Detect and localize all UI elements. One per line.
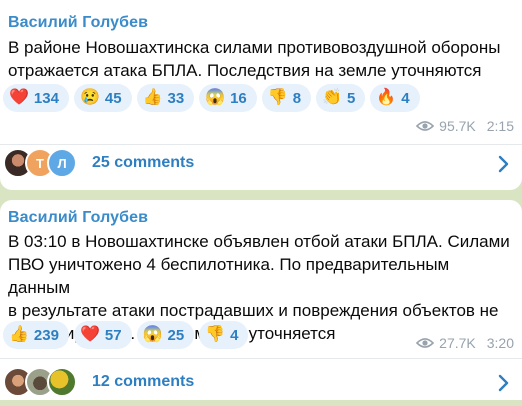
post-author[interactable]: Василий Голубев	[8, 14, 148, 32]
eye-icon	[416, 338, 435, 348]
screaming-emoji-icon: 😱	[205, 89, 226, 106]
chevron-right-icon	[498, 374, 509, 392]
thumbs-up-emoji-icon: 👍	[142, 89, 163, 106]
screaming-emoji-icon: 😱	[142, 326, 163, 343]
reaction-count: 239	[33, 326, 59, 344]
reaction-thumbs-up[interactable]: 👍 239	[3, 321, 69, 349]
reaction-heart[interactable]: ❤️ 57	[73, 321, 132, 349]
thumbs-up-emoji-icon: 👍	[9, 326, 29, 343]
fire-emoji-icon: 🔥	[376, 89, 397, 106]
reaction-count: 8	[292, 89, 302, 107]
post-time: 3:20	[486, 335, 514, 351]
thumbs-down-emoji-icon: 👎	[205, 326, 226, 343]
commenter-avatars: Т Л	[3, 148, 77, 178]
clap-emoji-icon: 👏	[322, 89, 342, 106]
post-meta: 95.7K 2:15	[416, 118, 514, 134]
reaction-heart[interactable]: ❤️ 134	[3, 84, 69, 112]
reaction-count: 5	[346, 89, 356, 107]
reaction-count: 134	[33, 89, 59, 107]
thumbs-down-emoji-icon: 👎	[267, 89, 288, 106]
reaction-count: 57	[104, 326, 122, 344]
reaction-count: 45	[104, 89, 122, 107]
reaction-screaming[interactable]: 😱 16	[199, 84, 257, 112]
chevron-right-icon	[498, 155, 509, 173]
heart-emoji-icon: ❤️	[79, 326, 100, 343]
comments-count-label: 12 comments	[92, 373, 195, 390]
reaction-thumbs-down[interactable]: 👎 4	[199, 321, 249, 349]
comments-button[interactable]: Т Л 25 comments	[0, 145, 522, 187]
reaction-count: 25	[167, 326, 185, 344]
reaction-fire[interactable]: 🔥 4	[370, 84, 420, 112]
post-author[interactable]: Василий Голубев	[8, 209, 148, 227]
eye-icon	[416, 121, 435, 131]
reaction-screaming[interactable]: 😱 25	[136, 321, 195, 349]
divider	[0, 358, 522, 359]
reaction-thumbs-down[interactable]: 👎 8	[261, 84, 312, 112]
post-meta: 27.7K 3:20	[416, 335, 514, 351]
channel-post: Василий Голубев В районе Новошахтинска с…	[0, 0, 522, 190]
avatar	[47, 367, 77, 397]
reaction-crying[interactable]: 😢 45	[73, 84, 132, 112]
reaction-clap[interactable]: 👏 5	[316, 84, 366, 112]
avatar: Л	[47, 148, 77, 178]
heart-emoji-icon: ❤️	[9, 89, 29, 106]
crying-emoji-icon: 😢	[79, 89, 100, 106]
view-count: 95.7K	[439, 118, 476, 134]
commenter-avatars	[3, 367, 77, 397]
reaction-thumbs-up[interactable]: 👍 33	[136, 84, 195, 112]
post-time: 2:15	[486, 118, 514, 134]
reaction-count: 4	[230, 326, 239, 344]
reaction-count: 16	[230, 89, 247, 107]
post-text: В районе Новошахтинска силами противовоз…	[8, 38, 501, 80]
reactions-bar: 👍 239 ❤️ 57 😱 25 👎 4	[3, 321, 249, 349]
reaction-count: 4	[401, 89, 410, 107]
view-count: 27.7K	[439, 335, 476, 351]
reactions-bar: ❤️ 134 😢 45 👍 33 😱 16 👎 8 👏 5 🔥 4	[3, 84, 420, 112]
reaction-count: 33	[167, 89, 185, 107]
comments-count-label: 25 comments	[92, 154, 195, 171]
